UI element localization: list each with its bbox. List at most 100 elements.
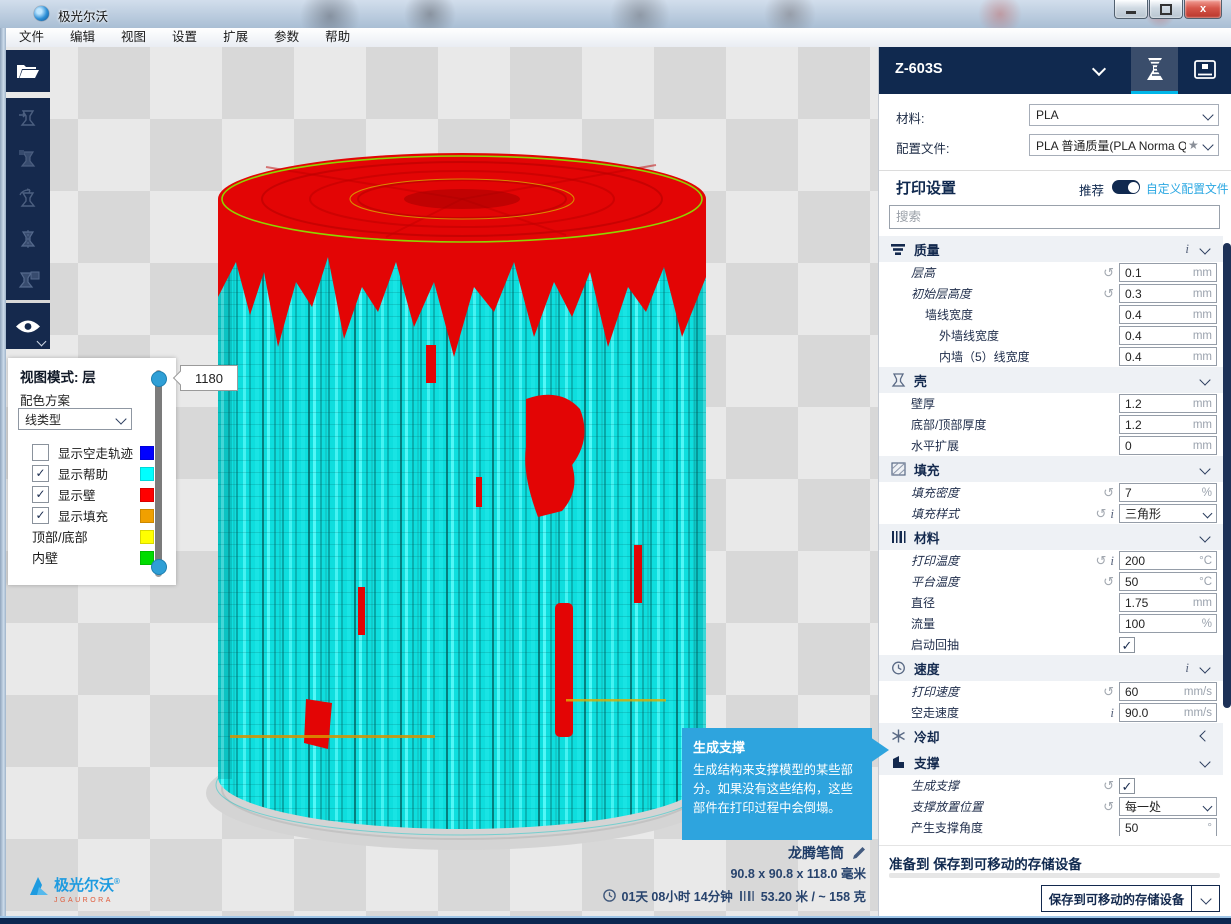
save-options-dropdown[interactable] [1192, 895, 1219, 903]
reset-to-default-icon[interactable]: ↺ [1103, 685, 1114, 698]
view-mode-button[interactable] [6, 303, 50, 349]
setting-unit: % [1202, 487, 1216, 499]
save-to-removable-button[interactable]: 保存到可移动的存储设备 [1041, 885, 1220, 912]
view-option-checkbox[interactable] [32, 444, 49, 461]
section-header-1[interactable]: 壳 [879, 367, 1223, 393]
setting-input[interactable]: 0.4mm [1119, 347, 1217, 366]
setting-input[interactable]: 0.3mm [1119, 284, 1217, 303]
settings-list: 质量i层高↺0.1mm初始层高度↺0.3mm墙线宽度0.4mm外墙线宽度0.4m… [879, 236, 1223, 836]
search-input[interactable] [890, 206, 1219, 228]
rotate-tool-icon[interactable] [6, 179, 50, 219]
reset-to-default-icon[interactable]: ↺ [1103, 800, 1114, 813]
color-scheme-select[interactable]: 线类型 [18, 408, 132, 430]
setting-row: 平台温度↺50°C [879, 571, 1223, 592]
scrollbar-thumb[interactable] [1223, 243, 1231, 708]
chevron-down-icon [1092, 62, 1106, 76]
view-option-checkbox[interactable]: ✓ [32, 507, 49, 524]
setting-unit: mm [1193, 288, 1216, 300]
tooltip-arrow [870, 737, 889, 763]
setting-label: 生成支撑 [911, 777, 959, 794]
minimize-button[interactable] [1114, 0, 1148, 19]
material-select[interactable]: PLA [1029, 104, 1219, 126]
setting-unit: mm [1193, 419, 1216, 431]
scale-tool-icon[interactable] [6, 138, 50, 178]
section-header-0[interactable]: 质量i [879, 236, 1223, 262]
setting-input[interactable]: 50°C [1119, 572, 1217, 591]
view-option-label: 显示空走轨迹 [58, 443, 133, 462]
menu-item-1[interactable]: 编辑 [57, 28, 108, 47]
reset-to-default-icon[interactable]: ↺ [1103, 486, 1114, 499]
section-header-6[interactable]: 支撑 [879, 749, 1223, 775]
view-option-checkbox[interactable]: ✓ [32, 486, 49, 503]
setting-checkbox[interactable]: ✓ [1119, 778, 1135, 794]
reset-to-default-icon[interactable]: ↺ [1095, 507, 1106, 520]
profile-select[interactable]: PLA 普通质量(PLA Norma Qua ★ [1029, 134, 1219, 156]
reset-to-default-icon[interactable]: ↺ [1103, 779, 1114, 792]
setting-label: 打印温度 [911, 552, 959, 569]
setting-input[interactable]: 200°C [1119, 551, 1217, 570]
setting-row: 流量100% [879, 613, 1223, 634]
setting-input[interactable]: 1.2mm [1119, 415, 1217, 434]
logo-text-en: JGAURORA [54, 894, 120, 908]
menu-item-5[interactable]: 参数 [261, 28, 312, 47]
edit-pencil-icon[interactable] [852, 846, 866, 860]
per-model-settings-icon[interactable] [6, 260, 50, 300]
reset-to-default-icon[interactable]: ↺ [1103, 266, 1114, 279]
view-option-row: 顶部/底部 [8, 526, 158, 547]
chevron-down-icon [1199, 531, 1210, 542]
move-tool-icon[interactable] [6, 98, 50, 138]
reset-to-default-icon[interactable]: ↺ [1103, 575, 1114, 588]
menu-item-4[interactable]: 扩展 [210, 28, 261, 47]
setting-value: 50 [1120, 575, 1138, 589]
setting-input[interactable]: 0.1mm [1119, 263, 1217, 282]
color-swatch [140, 467, 154, 481]
setting-input[interactable]: 60mm/s [1119, 682, 1217, 701]
menu-item-6[interactable]: 帮助 [312, 28, 363, 47]
open-file-button[interactable] [6, 50, 50, 92]
view-option-checkbox[interactable]: ✓ [32, 465, 49, 482]
settings-search[interactable] [889, 205, 1220, 229]
setting-unit: % [1202, 618, 1216, 630]
section-header-4[interactable]: 速度i [879, 655, 1223, 681]
close-button[interactable]: x [1184, 0, 1222, 19]
layer-slider-bottom-handle[interactable] [151, 559, 167, 575]
setting-value: 100 [1120, 617, 1145, 631]
setting-input[interactable]: 90.0mm/s [1119, 703, 1217, 722]
setting-select[interactable]: 每一处 [1119, 797, 1217, 816]
setting-select[interactable]: 三角形 [1119, 504, 1217, 523]
section-header-2[interactable]: 填充 [879, 456, 1223, 482]
layer-slider-top-handle[interactable] [151, 371, 167, 387]
setting-input[interactable]: 1.75mm [1119, 593, 1217, 612]
setting-input[interactable]: 50° [1119, 818, 1217, 836]
menu-item-3[interactable]: 设置 [159, 28, 210, 47]
setting-input[interactable]: 0.4mm [1119, 326, 1217, 345]
reset-to-default-icon[interactable]: ↺ [1095, 554, 1106, 567]
mirror-tool-icon[interactable] [6, 219, 50, 259]
section-header-3[interactable]: 材料 [879, 524, 1223, 550]
setting-row: 底部/顶部厚度1.2mm [879, 414, 1223, 435]
menu-item-0[interactable]: 文件 [6, 28, 57, 47]
reset-to-default-icon[interactable]: ↺ [1103, 287, 1114, 300]
support-icon [889, 754, 907, 770]
setting-checkbox[interactable]: ✓ [1119, 637, 1135, 653]
monitor-printer-icon [1193, 59, 1217, 83]
view-option-label: 显示填充 [58, 506, 108, 525]
setting-unit: mm [1193, 440, 1216, 452]
machine-selector-bar[interactable]: Z-603S [879, 47, 1231, 94]
setting-value: 7 [1120, 486, 1132, 500]
setting-row: 支撑放置位置↺每一处 [879, 796, 1223, 817]
setting-label: 壁厚 [911, 395, 935, 412]
maximize-button[interactable] [1149, 0, 1183, 19]
setting-input[interactable]: 0mm [1119, 436, 1217, 455]
setting-input[interactable]: 100% [1119, 614, 1217, 633]
setting-input[interactable]: 0.4mm [1119, 305, 1217, 324]
menu-item-2[interactable]: 视图 [108, 28, 159, 47]
section-header-5[interactable]: 冷却 [879, 723, 1223, 749]
setting-input[interactable]: 1.2mm [1119, 394, 1217, 413]
recommended-custom-toggle[interactable] [1112, 180, 1140, 194]
setting-input[interactable]: 7% [1119, 483, 1217, 502]
tab-prepare-slice[interactable] [1131, 47, 1178, 94]
tab-monitor[interactable] [1178, 47, 1231, 94]
prepare-slice-icon [1142, 56, 1168, 82]
custom-profile-link[interactable]: 自定义配置文件 [1146, 180, 1229, 197]
